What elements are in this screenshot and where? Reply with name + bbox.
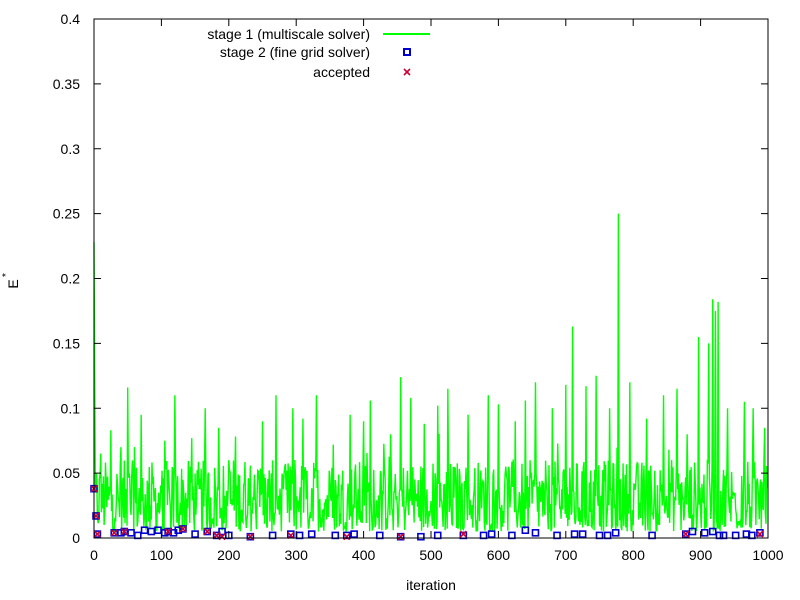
x-tick-label: 900 xyxy=(689,547,713,563)
x-tick-label: 500 xyxy=(419,547,443,563)
y-tick-label: 0.15 xyxy=(53,335,80,351)
legend-label-stage1: stage 1 (multiscale solver) xyxy=(207,26,370,42)
y-tick-label: 0.35 xyxy=(53,76,80,92)
chart-canvas: 0 100 200 300 400 500 600 700 800 900 1000 0 0.05 0.1… xyxy=(0,0,800,600)
x-tick-label: 300 xyxy=(285,547,309,563)
x-tick-label: 1000 xyxy=(752,547,783,563)
x-axis-label: iteration xyxy=(406,577,456,593)
y-tick-label: 0.25 xyxy=(53,206,80,222)
x-tick-label: 100 xyxy=(150,547,174,563)
legend-label-stage2: stage 2 (fine grid solver) xyxy=(220,44,370,60)
y-tick-label: 0.2 xyxy=(61,271,81,287)
y-tick-label: 0.4 xyxy=(61,11,81,27)
x-tick-label: 0 xyxy=(90,547,98,563)
y-tick-label: 0.05 xyxy=(53,465,80,481)
y-axis-label-superscript: * xyxy=(1,273,12,277)
x-tick-label: 700 xyxy=(554,547,578,563)
x-tick-label: 800 xyxy=(622,547,646,563)
y-axis-label: E xyxy=(5,279,21,288)
x-tick-label: 600 xyxy=(487,547,511,563)
x-tick-label: 400 xyxy=(352,547,376,563)
y-tick-label: 0.1 xyxy=(61,400,81,416)
legend-label-accepted: accepted xyxy=(313,64,370,80)
y-tick-label: 0.3 xyxy=(61,141,81,157)
x-tick-label: 200 xyxy=(217,547,241,563)
y-tick-label: 0 xyxy=(72,530,80,546)
